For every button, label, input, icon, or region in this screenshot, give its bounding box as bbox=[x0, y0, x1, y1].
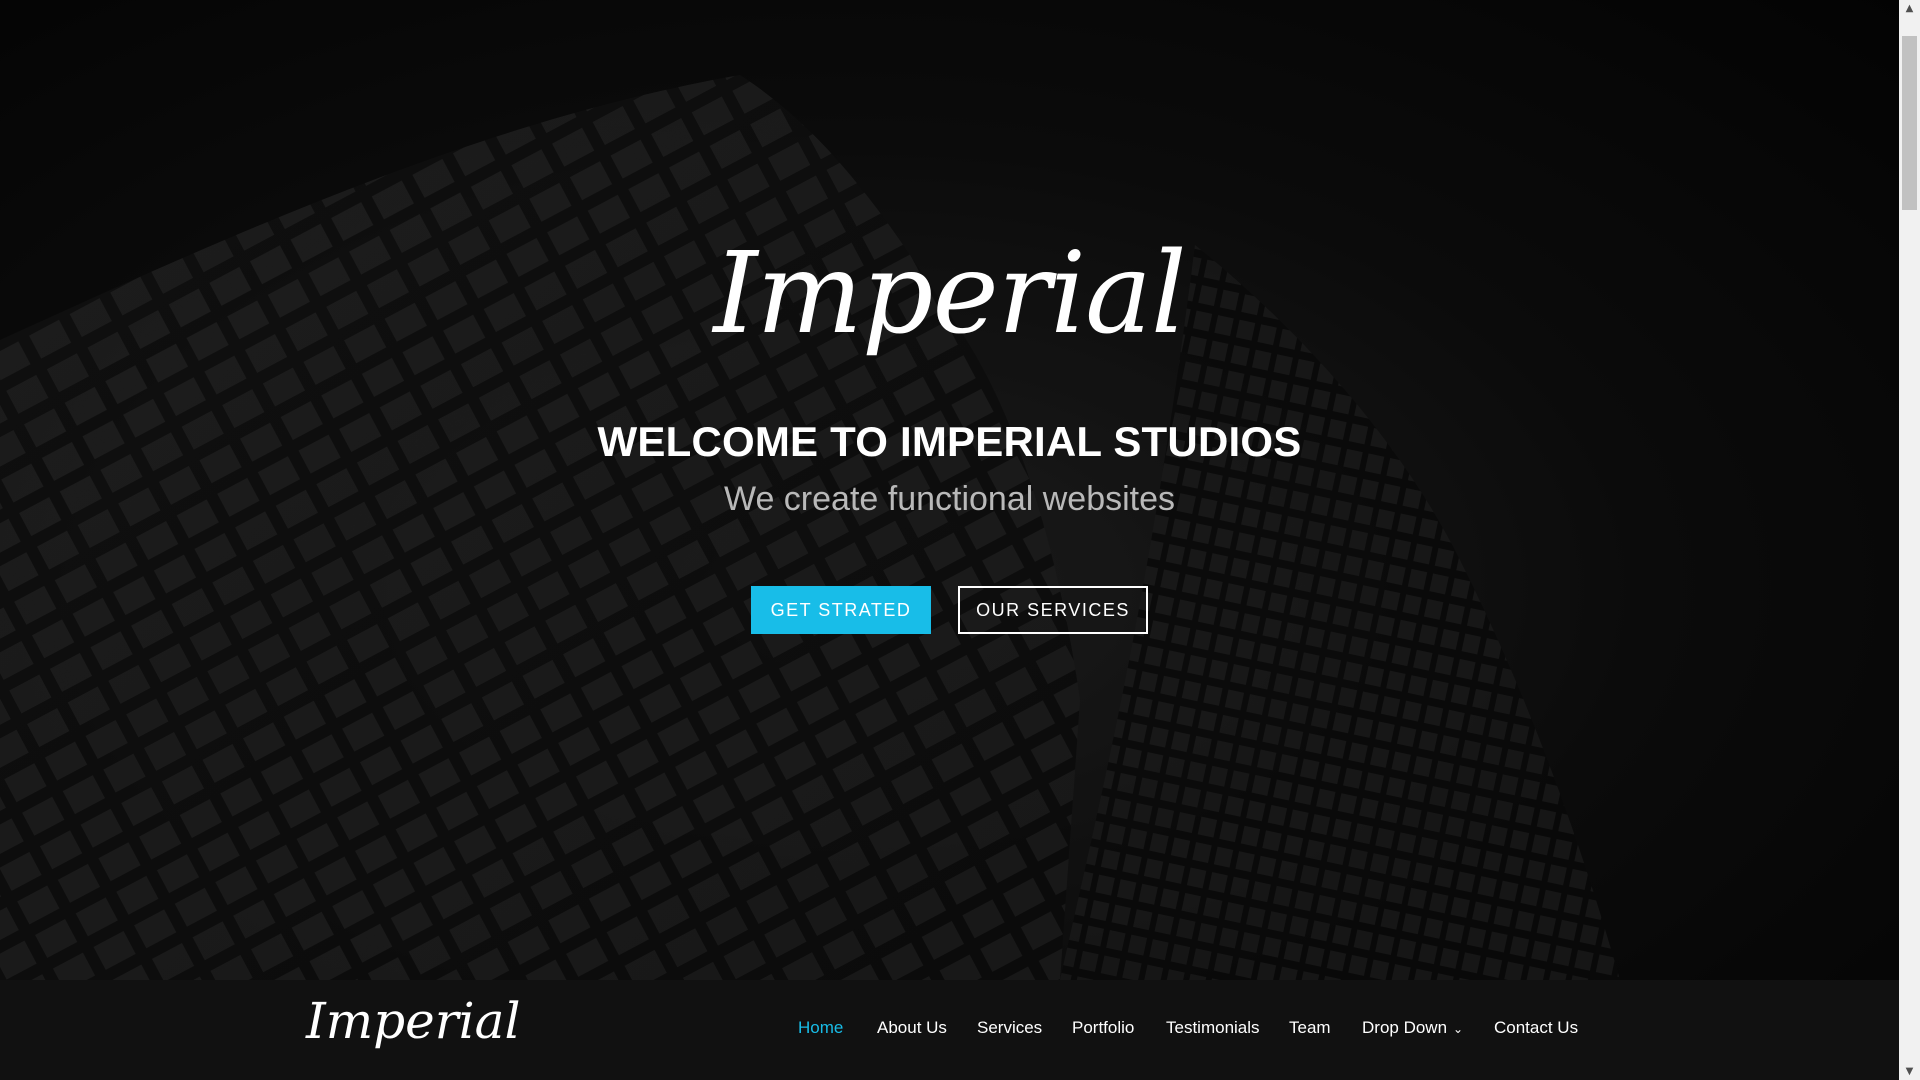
vertical-scrollbar[interactable]: ▲ ▼ bbox=[1899, 0, 1920, 1080]
chevron-down-icon: ⌄ bbox=[1453, 1021, 1464, 1036]
nav-item-testimonials[interactable]: Testimonials bbox=[1166, 1018, 1260, 1038]
nav-item-team[interactable]: Team bbox=[1289, 1018, 1331, 1038]
main-navbar bbox=[0, 980, 1899, 1080]
nav-item-home[interactable]: Home bbox=[798, 1018, 843, 1038]
nav-item-drop-down-label: Drop Down bbox=[1362, 1018, 1448, 1037]
hero-content: Imperial WELCOME TO IMPERIAL STUDIOS We … bbox=[0, 0, 1899, 980]
scroll-up-arrow-icon[interactable]: ▲ bbox=[1899, 0, 1920, 17]
nav-item-about-us[interactable]: About Us bbox=[877, 1018, 947, 1038]
nav-item-portfolio[interactable]: Portfolio bbox=[1072, 1018, 1134, 1038]
get-started-button[interactable]: GET STRATED bbox=[751, 586, 931, 634]
hero-subtitle: We create functional websites bbox=[723, 480, 1176, 518]
page-viewport: Imperial WELCOME TO IMPERIAL STUDIOS We … bbox=[0, 0, 1899, 1080]
nav-item-contact-us[interactable]: Contact Us bbox=[1494, 1018, 1578, 1038]
navbar-logo[interactable]: Imperial bbox=[306, 996, 520, 1046]
hero-logo: Imperial bbox=[713, 229, 1186, 359]
nav-item-services[interactable]: Services bbox=[977, 1018, 1042, 1038]
nav-item-drop-down[interactable]: Drop Down ⌄ bbox=[1362, 1018, 1463, 1038]
hero-section: Imperial WELCOME TO IMPERIAL STUDIOS We … bbox=[0, 0, 1899, 980]
our-services-button[interactable]: OUR SERVICES bbox=[958, 586, 1148, 634]
scrollbar-thumb[interactable] bbox=[1902, 36, 1917, 210]
scroll-down-arrow-icon[interactable]: ▼ bbox=[1899, 1063, 1920, 1080]
hero-title: WELCOME TO IMPERIAL STUDIOS bbox=[597, 418, 1302, 465]
